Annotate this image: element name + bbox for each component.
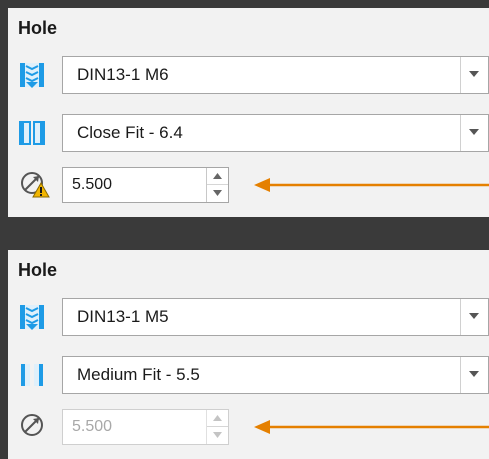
fit-dropdown-button[interactable] [460,115,488,151]
thread-size-select[interactable]: DIN13-1 M5 [62,298,489,336]
hole-panel-top: Hole DIN13-1 M6 Close Fit - 6.4 5.500 [8,8,489,217]
thread-size-dropdown-button[interactable] [460,57,488,93]
spin-up-icon [213,415,222,421]
fit-value: Medium Fit - 5.5 [77,365,200,384]
diameter-decrement-button[interactable] [207,427,228,444]
clearance-fit-icon [21,364,43,386]
threaded-hole-icon [20,63,44,88]
panel-title: Hole [18,18,58,38]
diameter-spinbox[interactable]: 5.500 [62,167,229,203]
thread-size-select[interactable]: DIN13-1 M6 [62,56,489,94]
chevron-down-icon [469,371,479,377]
diameter-spin-buttons [206,410,228,444]
thread-size-value: DIN13-1 M5 [77,307,169,326]
chevron-down-icon [469,129,479,135]
diameter-spinbox[interactable]: 5.500 [62,409,229,445]
annotation-arrow-icon [254,420,489,434]
diameter-increment-button[interactable] [207,168,228,185]
diameter-icon [21,414,43,436]
chevron-down-icon [469,71,479,77]
spin-down-icon [213,190,222,196]
clearance-fit-icon [19,121,45,145]
fit-select[interactable]: Close Fit - 6.4 [62,114,489,152]
diameter-value: 5.500 [72,418,113,435]
diameter-increment-button[interactable] [207,410,228,427]
threaded-hole-icon [20,305,44,330]
spin-down-icon [213,432,222,438]
hole-panel-bottom: Hole DIN13-1 M5 Medium Fit - 5.5 5.500 [8,250,489,459]
thread-size-dropdown-button[interactable] [460,299,488,335]
chevron-down-icon [469,313,479,319]
annotation-arrow-icon [254,178,489,192]
fit-value: Close Fit - 6.4 [77,123,183,142]
spin-up-icon [213,173,222,179]
diameter-spin-buttons [206,168,228,202]
thread-size-value: DIN13-1 M6 [77,65,169,84]
fit-select[interactable]: Medium Fit - 5.5 [62,356,489,394]
diameter-value: 5.500 [72,176,113,193]
fit-dropdown-button[interactable] [460,357,488,393]
warning-triangle-icon [32,182,50,198]
panel-title: Hole [18,260,58,280]
diameter-decrement-button[interactable] [207,185,228,202]
